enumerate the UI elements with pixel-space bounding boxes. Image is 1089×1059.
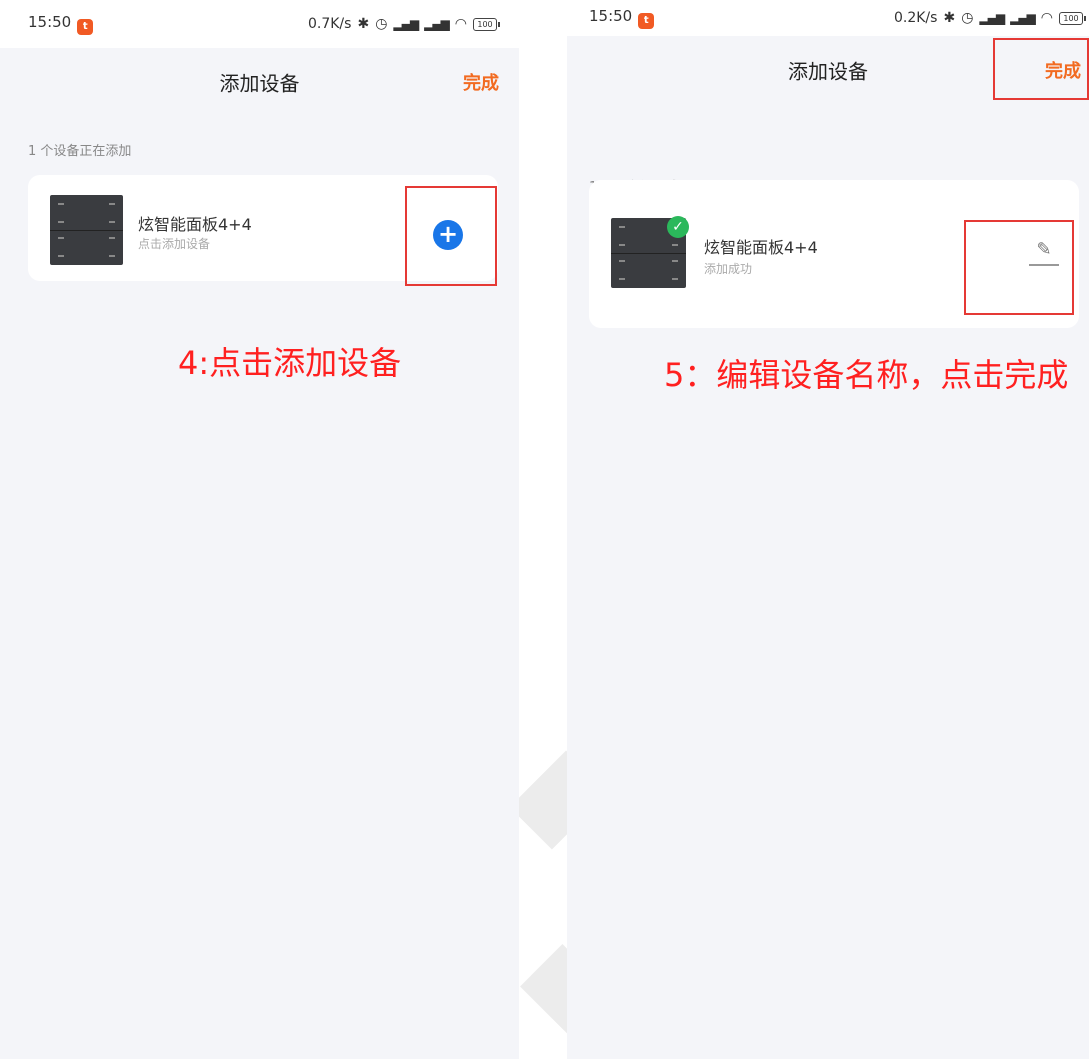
- device-status: 添加成功: [704, 262, 753, 276]
- wifi-icon: ◠: [1040, 10, 1053, 26]
- watermark: [519, 0, 567, 1059]
- status-indicators: 0.2K/s ✱ ◷ ▂▄▆ ▂▄▆ ◠ 100: [893, 10, 1086, 26]
- status-bar: 15:50 t 0.2K/s ✱ ◷ ▂▄▆ ▂▄▆ ◠ 100: [567, 0, 1089, 36]
- section-label: 1 个设备正在添加: [28, 144, 132, 159]
- battery-icon: 100: [1059, 11, 1086, 25]
- highlight-box-done: [993, 38, 1089, 100]
- battery-icon: 100: [473, 17, 500, 31]
- done-button[interactable]: 完成: [463, 69, 499, 95]
- signal-icon-2: ▂▄▆: [1010, 11, 1036, 25]
- page-title: 添加设备: [219, 71, 300, 96]
- highlight-box-add: [405, 186, 497, 286]
- status-bar: 15:50 t 0.7K/s ✱ ◷ ▂▄▆ ▂▄▆ ◠ 100: [0, 0, 519, 48]
- device-thumbnail: [50, 195, 123, 265]
- signal-icon: ▂▄▆: [393, 17, 419, 31]
- highlight-box-edit: [964, 220, 1074, 315]
- status-indicators: 0.7K/s ✱ ◷ ▂▄▆ ▂▄▆ ◠ 100: [307, 16, 500, 32]
- nav-bar: 添加设备 完成: [0, 48, 519, 116]
- wifi-icon: ◠: [454, 16, 467, 32]
- status-time: 15:50 t: [589, 7, 655, 29]
- network-speed: 0.7K/s: [307, 16, 352, 32]
- alarm-icon: ◷: [961, 10, 974, 26]
- device-name: 炫智能面板4+4: [138, 215, 252, 234]
- step-4-caption: 4:点击添加设备: [178, 344, 402, 382]
- phone-screen-right: 15:50 t 0.2K/s ✱ ◷ ▂▄▆ ▂▄▆ ◠ 100 添加设备 完成 …: [567, 0, 1089, 1059]
- step-5-caption: 5：编辑设备名称，点击完成: [664, 356, 1069, 394]
- app-notification-icon: t: [638, 13, 655, 29]
- bluetooth-icon: ✱: [943, 10, 956, 26]
- phone-screen-left: 15:50 t 0.7K/s ✱ ◷ ▂▄▆ ▂▄▆ ◠ 100 添加设备 完成 …: [0, 0, 519, 1059]
- device-status: 点击添加设备: [138, 237, 211, 251]
- app-notification-icon: t: [77, 19, 94, 35]
- signal-icon-2: ▂▄▆: [424, 17, 450, 31]
- status-time: 15:50 t: [28, 13, 94, 35]
- bluetooth-icon: ✱: [357, 16, 370, 32]
- device-name: 炫智能面板4+4: [704, 238, 818, 257]
- alarm-icon: ◷: [375, 16, 388, 32]
- success-check-icon: ✓: [667, 216, 689, 238]
- signal-icon: ▂▄▆: [979, 11, 1005, 25]
- network-speed: 0.2K/s: [893, 10, 938, 26]
